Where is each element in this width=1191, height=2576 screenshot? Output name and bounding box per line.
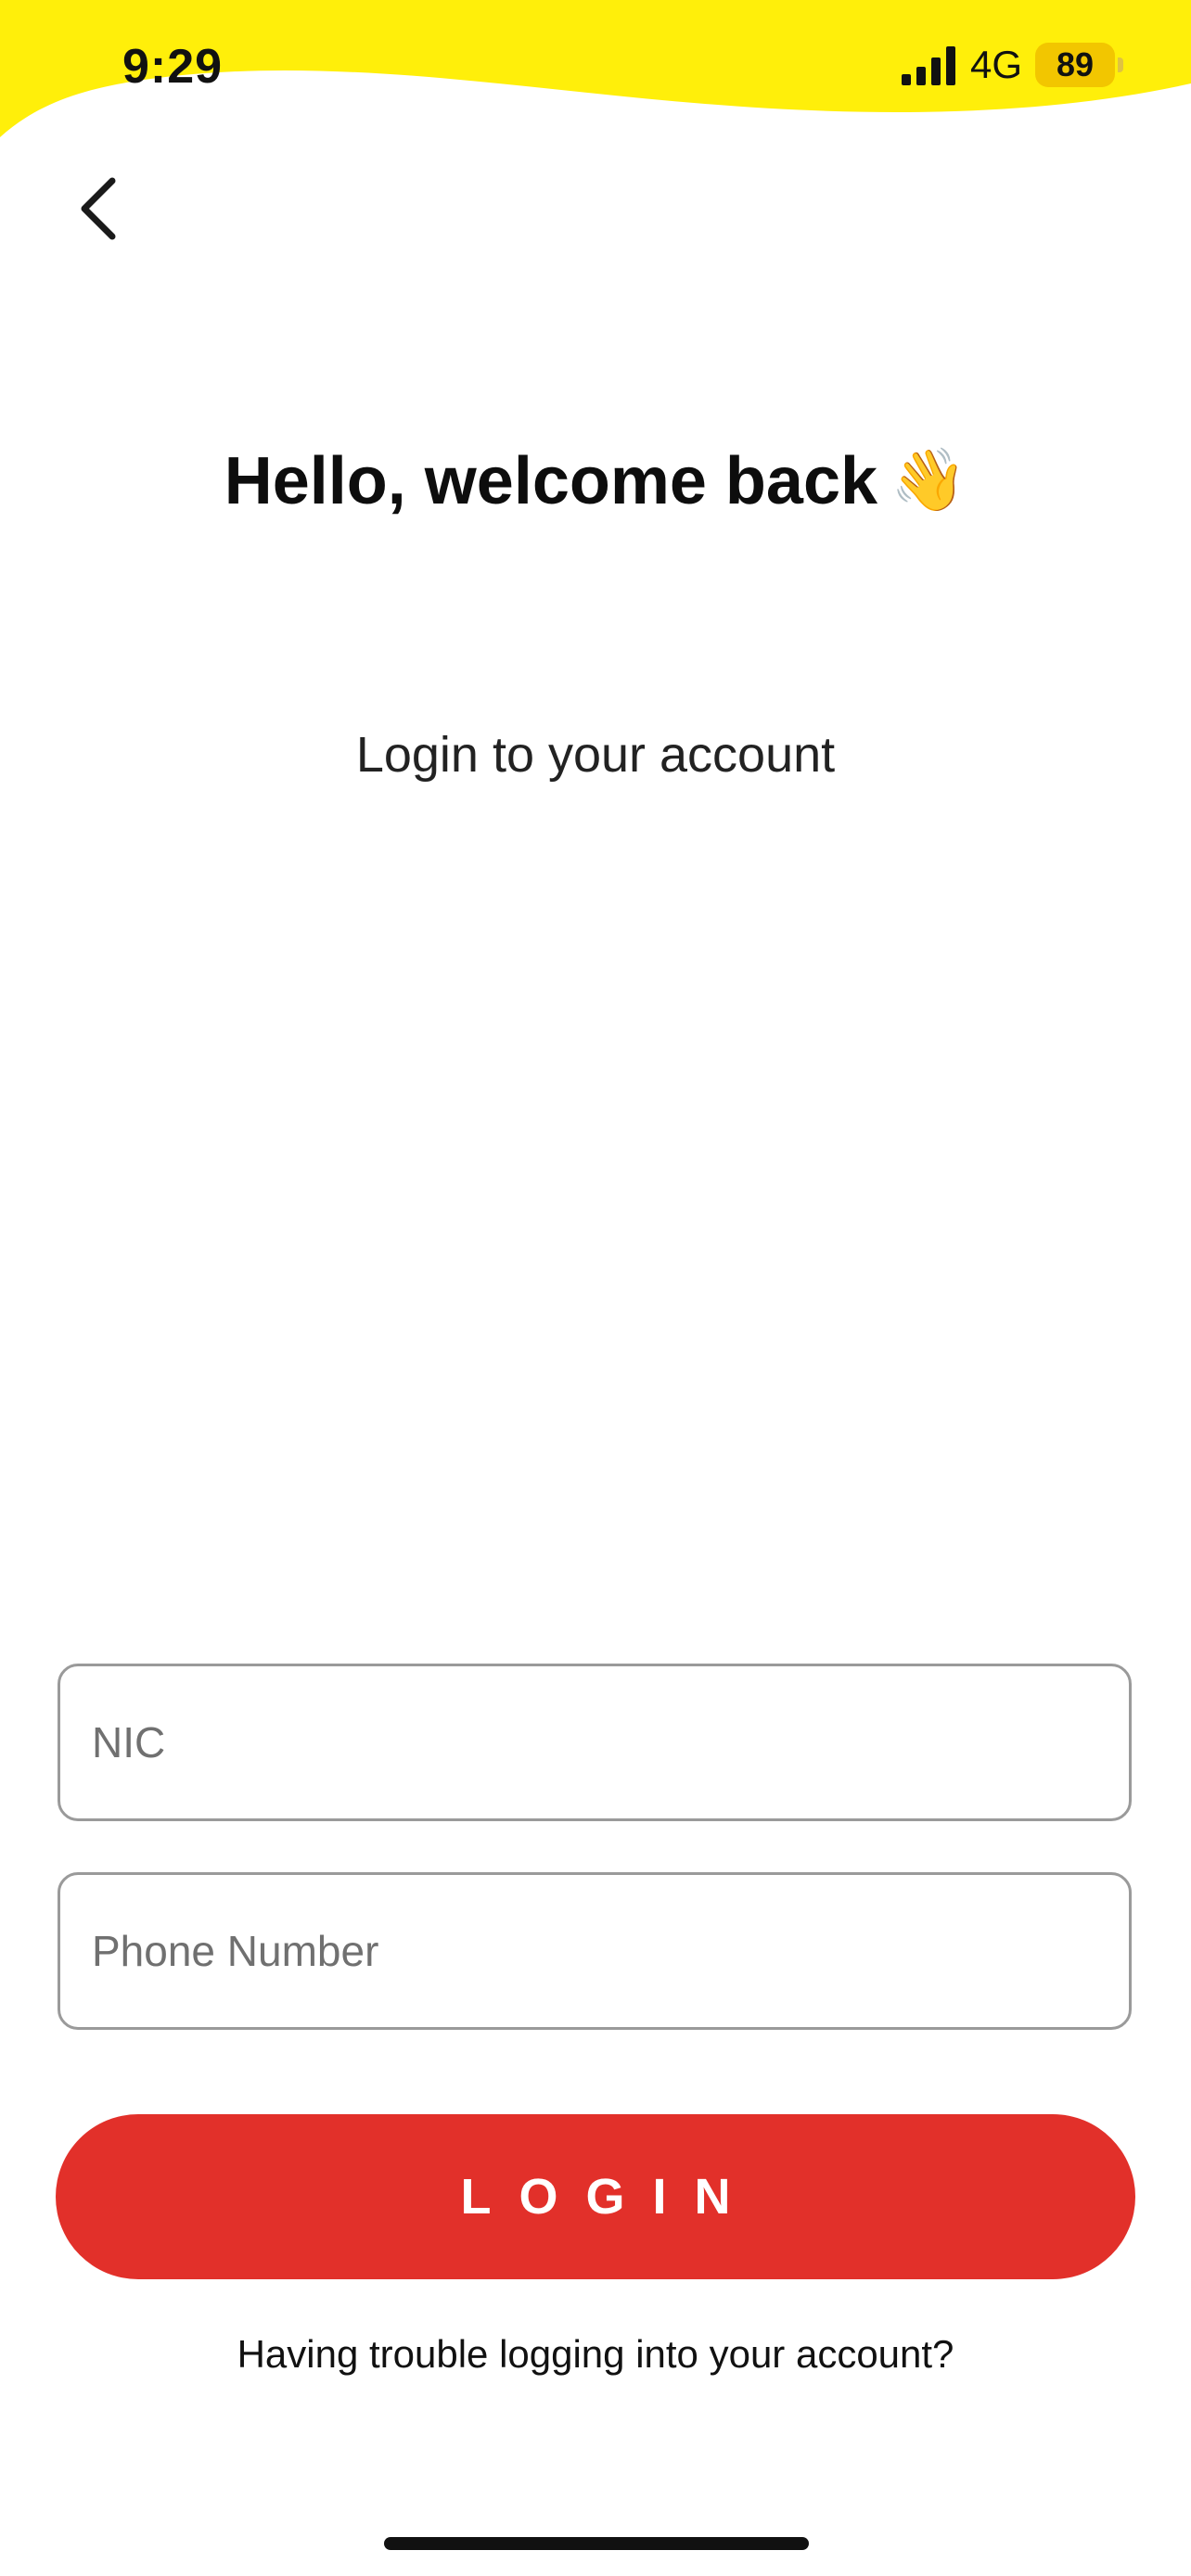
- nic-field[interactable]: [58, 1664, 1132, 1821]
- waving-hand-icon: 👋: [890, 444, 967, 514]
- home-indicator[interactable]: [384, 2537, 809, 2550]
- signal-icon: [902, 46, 955, 85]
- battery-tip: [1118, 57, 1123, 72]
- status-bar: 9:29 4G 89: [0, 0, 1191, 134]
- phone-field[interactable]: [58, 1872, 1132, 2030]
- battery-level: 89: [1056, 45, 1095, 83]
- nic-input[interactable]: [90, 1716, 1129, 1768]
- network-type: 4G: [970, 43, 1023, 86]
- battery-icon: 89: [1035, 43, 1115, 87]
- chevron-left-icon: [81, 177, 116, 240]
- page-title-text: Hello, welcome back: [224, 444, 878, 518]
- page-title: Hello, welcome back 👋: [0, 443, 1191, 522]
- login-button[interactable]: LOGIN: [56, 2114, 1135, 2279]
- phone-number-input[interactable]: [90, 1925, 1129, 1977]
- back-button[interactable]: [65, 167, 130, 250]
- page-subtitle: Login to your account: [355, 727, 836, 783]
- trouble-logging-in-link[interactable]: Having trouble logging into your account…: [0, 2332, 1191, 2377]
- status-time: 9:29: [122, 40, 224, 94]
